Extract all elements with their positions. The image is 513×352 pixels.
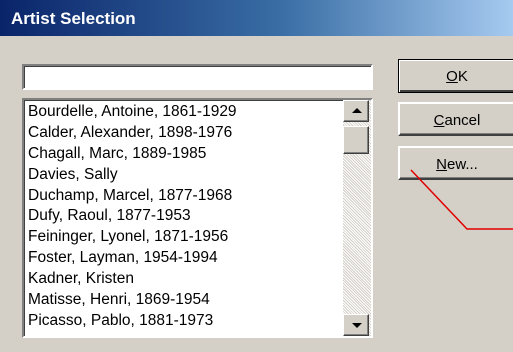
annotation-overlay (410, 169, 513, 230)
artist-selection-dialog: Artist Selection Bourdelle, Antoine, 186… (0, 0, 513, 352)
annotation-pointer-line (410, 169, 513, 230)
